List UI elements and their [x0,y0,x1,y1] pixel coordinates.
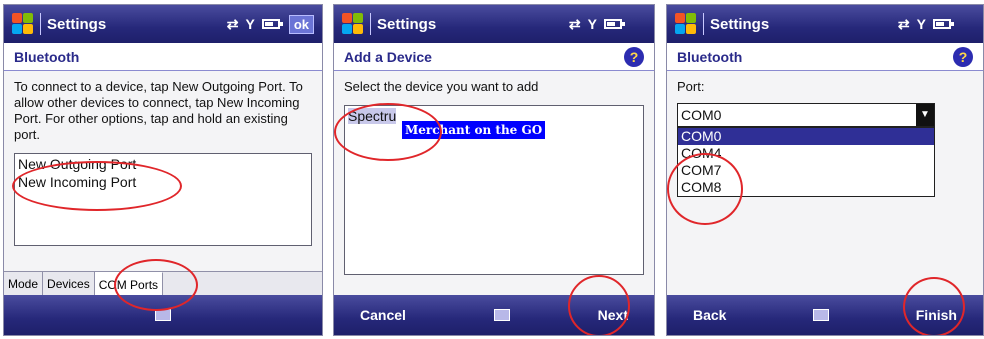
port-label: Port: [677,79,705,94]
prompt-text: Select the device you want to add [344,79,539,94]
page-header: Add a Device ? [334,43,654,71]
option-com7[interactable]: COM7 [678,162,934,179]
signal-icon[interactable]: Y [588,16,597,32]
port-options[interactable]: COM0 COM4 COM7 COM8 [677,127,935,197]
option-com0[interactable]: COM0 [678,128,934,145]
windows-start-icon[interactable] [12,13,34,35]
tab-strip: Mode Devices COM Ports [4,271,322,297]
app-title: Settings [47,15,107,33]
keyboard-icon[interactable] [155,309,171,321]
dropdown-value: COM0 [681,107,722,123]
chevron-down-icon[interactable]: ▼ [916,104,934,126]
title-bar: Settings ⇄ Y [667,5,983,43]
title-bar: Settings ⇄ Y [334,5,654,43]
battery-icon[interactable] [604,19,625,29]
battery-icon[interactable] [933,19,954,29]
page-header: Bluetooth ? [667,43,983,71]
back-button[interactable]: Back [693,307,726,323]
windows-start-icon[interactable] [342,13,364,35]
windows-start-icon[interactable] [675,13,697,35]
option-com4[interactable]: COM4 [678,145,934,162]
header-title: Add a Device [344,48,432,65]
tab-mode[interactable]: Mode [4,272,44,297]
finish-button[interactable]: Finish [916,307,957,323]
watermark-label: Merchant on the GO [402,121,546,139]
list-item-device[interactable]: Spectru [348,108,397,124]
connectivity-icon[interactable]: ⇄ [898,16,910,33]
header-title: Bluetooth [677,48,743,65]
ok-button[interactable]: ok [288,14,314,34]
signal-icon[interactable]: Y [917,16,926,32]
connectivity-icon[interactable]: ⇄ [569,16,581,33]
signal-icon[interactable]: Y [245,16,254,32]
screen-port-select: Settings ⇄ Y Bluetooth ? Port: COM0 ▼ CO… [666,4,984,336]
header-title: Bluetooth [14,48,80,65]
keyboard-icon[interactable] [813,309,830,321]
option-com8[interactable]: COM8 [678,179,934,196]
list-item-new-outgoing-port[interactable]: New Outgoing Port [18,155,308,173]
cancel-button[interactable]: Cancel [360,307,406,323]
soft-key-bar [4,295,322,335]
screen-add-device: Settings ⇄ Y Add a Device ? Select the d… [333,4,655,336]
screen-com-ports: Settings ⇄ Y ok Bluetooth To connect to … [3,4,323,336]
battery-icon[interactable] [261,19,283,29]
soft-key-bar: Cancel Next [334,295,654,335]
connectivity-icon[interactable]: ⇄ [227,16,239,33]
instructions-text: To connect to a device, tap New Outgoing… [14,79,303,142]
port-dropdown[interactable]: COM0 ▼ [677,103,935,127]
page-header: Bluetooth [4,43,322,71]
next-button[interactable]: Next [598,307,628,323]
list-item-new-incoming-port[interactable]: New Incoming Port [18,173,308,191]
title-bar: Settings ⇄ Y ok [4,5,322,43]
port-list[interactable]: New Outgoing Port New Incoming Port [14,153,312,246]
help-icon[interactable]: ? [953,46,973,67]
tab-devices[interactable]: Devices [43,272,95,297]
app-title: Settings [710,15,770,33]
help-icon[interactable]: ? [624,46,644,67]
tab-com-ports[interactable]: COM Ports [94,272,164,297]
soft-key-bar: Back Finish [667,295,983,335]
keyboard-icon[interactable] [493,309,510,321]
app-title: Settings [377,15,437,33]
